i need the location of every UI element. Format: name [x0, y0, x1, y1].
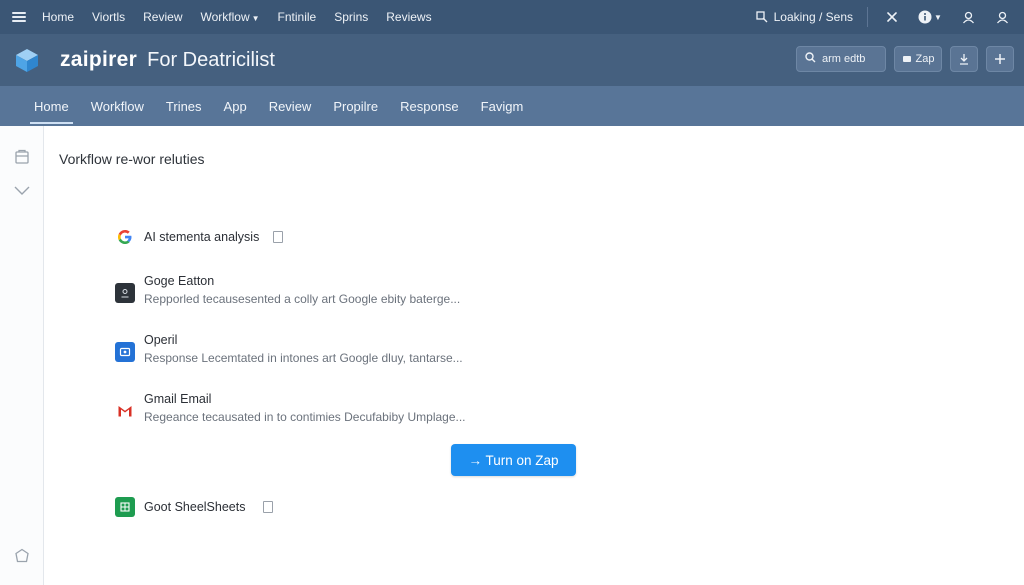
step-description: Repporled tecausesented a colly art Goog… — [144, 292, 461, 306]
shuffle-icon[interactable] — [882, 7, 902, 27]
step-description: Response Lecemtated in intones art Googl… — [144, 351, 463, 365]
info-caret-icon: ▼ — [934, 12, 942, 22]
divider — [867, 7, 868, 27]
page-title: For Deatricilist — [147, 48, 275, 71]
zap-icon — [902, 56, 911, 62]
menu-item-sprins[interactable]: Sprins — [334, 10, 368, 24]
cube-logo-icon — [16, 49, 38, 72]
workflow-step-sheets[interactable]: Goot SheelSheets — [115, 496, 475, 520]
document-icon[interactable] — [263, 501, 273, 513]
calendar-icon — [115, 342, 135, 362]
step-name: Goge Eatton — [144, 274, 215, 288]
workflow-step-operil[interactable]: Operil Response Lecemtated in intones ar… — [115, 329, 475, 377]
menu-item-reviews[interactable]: Reviews — [386, 10, 431, 24]
menu-item-home[interactable]: Home — [42, 10, 74, 24]
download-button[interactable] — [950, 46, 978, 72]
google-icon — [115, 227, 135, 247]
tab-trines[interactable]: Trines — [166, 86, 202, 126]
chevron-down-icon[interactable] — [13, 181, 31, 199]
tab-review[interactable]: Review — [269, 86, 312, 126]
menu-item-workflow[interactable]: Workflow ▼ — [201, 10, 260, 24]
top-menu-bar: Home Viortls Review Workflow ▼ Fntinile S… — [0, 0, 1024, 34]
main-content: Vorkflow re-wor reluties AI stementa ana… — [45, 126, 1024, 585]
document-icon[interactable] — [273, 231, 283, 243]
tab-home[interactable]: Home — [30, 86, 73, 126]
download-icon — [960, 54, 968, 65]
menu-item-workflow-label: Workflow — [200, 10, 250, 24]
settings-icon[interactable] — [13, 547, 31, 565]
section-title: Vorkflow re-wor reluties — [59, 151, 205, 167]
step-name: Gmail Email — [144, 392, 212, 406]
tab-response[interactable]: Response — [400, 86, 459, 126]
caret-down-icon: ▼ — [251, 14, 260, 23]
tab-app[interactable]: App — [224, 86, 247, 126]
workflow-step-ai-analysis[interactable]: AI stementa analysis — [115, 226, 475, 250]
user-icon[interactable] — [958, 7, 978, 27]
search-input[interactable] — [822, 53, 882, 65]
hamburger-menu-icon[interactable] — [12, 12, 26, 22]
sheets-icon — [115, 497, 135, 517]
menu-item-viortls[interactable]: Viortls — [92, 10, 125, 24]
brand-name: zaipirer — [60, 48, 138, 71]
left-rail — [0, 126, 44, 585]
step-name: Goot SheelSheets — [144, 500, 246, 514]
zap-button-label: Zap — [915, 53, 935, 65]
loading-label: Loaking / Sens — [773, 10, 853, 24]
turn-on-zap-button[interactable]: → Turn on Zap — [451, 444, 576, 476]
menu-item-fntinile[interactable]: Fntinile — [278, 10, 317, 24]
workflow-step-gmail-email[interactable]: Gmail Email Regeance tecausated in to co… — [115, 388, 475, 436]
zap-button[interactable]: Zap — [894, 46, 942, 72]
gmail-icon — [115, 401, 135, 421]
app-header: zaipirer For Deatricilist Zap — [0, 34, 1024, 86]
loading-icon — [755, 11, 768, 23]
search-icon — [805, 52, 816, 66]
top-right-controls: Loaking / Sens ▼ — [755, 0, 1012, 34]
tab-favigm[interactable]: Favigm — [481, 86, 524, 126]
loading-status[interactable]: Loaking / Sens — [755, 10, 853, 24]
step-name: AI stementa analysis — [144, 230, 260, 244]
menu-item-review[interactable]: Review — [143, 10, 182, 24]
plus-icon — [995, 54, 1005, 64]
search-box — [796, 46, 886, 72]
step-name: Operil — [144, 333, 178, 347]
info-icon[interactable]: ▼ — [916, 7, 944, 27]
tab-bar: Home Workflow Trines App Review Propilre… — [0, 86, 1024, 126]
account-icon[interactable] — [992, 7, 1012, 27]
app-icon — [115, 283, 135, 303]
tab-workflow[interactable]: Workflow — [91, 86, 144, 126]
clipboard-icon[interactable] — [13, 148, 31, 166]
workflow-step-goge-eatton[interactable]: Goge Eatton Repporled tecausesented a co… — [115, 270, 475, 318]
tab-propilre[interactable]: Propilre — [333, 86, 378, 126]
step-description: Regeance tecausated in to contimies Decu… — [144, 410, 466, 424]
header-actions: Zap — [796, 46, 1014, 72]
add-button[interactable] — [986, 46, 1014, 72]
